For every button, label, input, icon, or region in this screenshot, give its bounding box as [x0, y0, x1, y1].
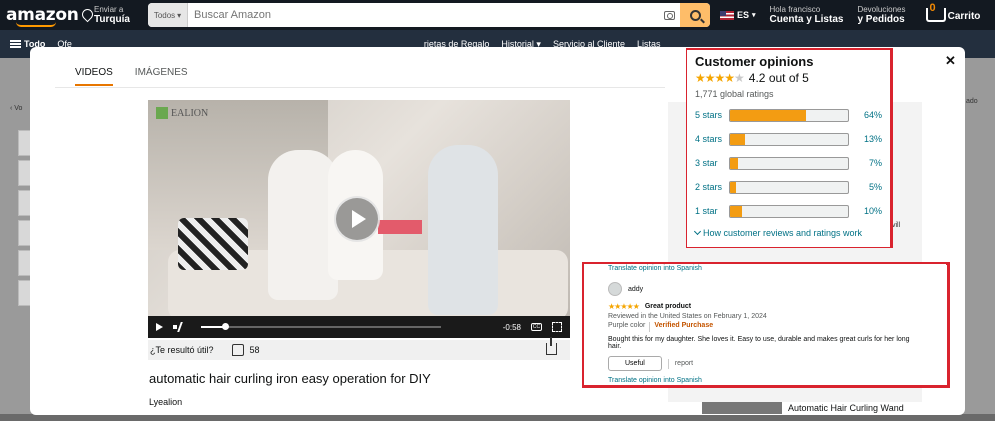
caret-down-icon: ▾	[177, 10, 182, 20]
translate-link-top[interactable]: Translate opinion into Spanish	[608, 265, 922, 272]
histogram-bar	[729, 156, 849, 170]
rating-stars-icon: ★★★★★	[695, 71, 745, 85]
returns-orders[interactable]: Devoluciones y Pedidos	[857, 5, 905, 25]
translate-link-bottom[interactable]: Translate opinion into Spanish	[608, 377, 922, 384]
captions-icon[interactable]: CC	[531, 323, 542, 331]
location-pin-icon	[82, 9, 91, 21]
modal-tabs: VIDEOS IMÁGENES	[75, 67, 188, 86]
histogram-percent: 13%	[863, 134, 882, 144]
review-meta: Reviewed in the United States on Februar…	[608, 313, 767, 320]
progress-handle[interactable]	[222, 323, 229, 330]
video-player[interactable]: EALION -0:58 CC	[148, 100, 570, 338]
search-input[interactable]	[188, 3, 658, 27]
histogram-label: 2 stars	[695, 182, 723, 192]
histogram-percent: 7%	[868, 158, 882, 168]
share-icon[interactable]	[546, 337, 557, 355]
histogram-row[interactable]: 3 star 7%	[695, 154, 882, 172]
cart-icon	[925, 8, 946, 22]
histogram-fill	[730, 205, 742, 217]
deliver-to[interactable]: Enviar a Turquía	[82, 5, 142, 25]
histogram-row[interactable]: 2 stars 5%	[695, 178, 882, 196]
histogram-label: 5 stars	[695, 110, 723, 120]
video-title: automatic hair curling iron easy operati…	[149, 371, 431, 386]
histogram-bar	[729, 204, 849, 218]
brand-logo-icon	[156, 107, 168, 119]
video-progress-bar[interactable]	[201, 323, 441, 330]
helpful-question: ¿Te resultó útil?	[150, 345, 214, 355]
review-body: Bought this for my daughter. She loves i…	[608, 336, 910, 350]
tab-images[interactable]: IMÁGENES	[135, 67, 188, 86]
helpful-count: 58	[249, 345, 260, 355]
histogram-label: 3 star	[695, 158, 718, 168]
histogram-percent: 10%	[863, 206, 882, 216]
video-controls: -0:58 CC	[148, 316, 570, 338]
histogram-label: 1 star	[695, 206, 718, 216]
reviewer-name[interactable]: addy	[628, 286, 643, 293]
account-lists[interactable]: Hola francisco Cuenta y Listas	[770, 5, 844, 25]
report-link[interactable]: report	[675, 360, 693, 367]
close-icon[interactable]: ✕	[945, 53, 956, 69]
related-video-thumbnail	[702, 402, 782, 414]
search-bar: Todos ▾	[148, 3, 710, 27]
histogram-fill	[730, 133, 746, 145]
histogram-fill	[730, 157, 739, 169]
play-icon[interactable]	[156, 323, 163, 331]
histogram-label: 4 stars	[695, 134, 723, 144]
search-icon	[689, 9, 701, 21]
video-brand[interactable]: Lyealion	[149, 397, 182, 407]
histogram-row[interactable]: 4 stars 13%	[695, 130, 882, 148]
histogram-percent: 5%	[868, 182, 882, 192]
play-overlay-button[interactable]	[334, 196, 380, 242]
rating-histogram: 5 stars 64% 4 stars 13% 3 star 7% 2 stars 5% 1 s…	[695, 106, 882, 220]
histogram-fill	[730, 109, 806, 121]
user-avatar-icon	[608, 282, 622, 296]
search-category-select[interactable]: Todos ▾	[148, 3, 188, 27]
review-card: Translate opinion into Spanish addy ★★★★…	[584, 264, 946, 385]
rating-score: 4.2 out of 5	[748, 71, 809, 85]
hamburger-icon	[10, 40, 21, 48]
us-flag-icon	[720, 10, 734, 20]
top-header: amazon Enviar a Turquía Todos▾ ES ▾ Hola…	[0, 0, 995, 30]
video-brand-watermark: EALION	[156, 107, 208, 119]
caret-down-icon: ▾	[752, 12, 756, 19]
thumbs-up-icon[interactable]	[231, 344, 244, 356]
video-time: -0:58	[502, 322, 521, 332]
verified-purchase-badge: Verified Purchase	[654, 322, 714, 329]
histogram-bar	[729, 180, 849, 194]
histogram-fill	[730, 181, 736, 193]
logo-smile-icon	[16, 22, 56, 27]
search-button[interactable]	[680, 3, 710, 27]
review-variant: Purple color	[608, 322, 646, 329]
language-selector[interactable]: ES ▾	[720, 10, 756, 20]
related-video-item[interactable]: Automatic Hair Curling Wand	[702, 401, 922, 415]
ratings-info-link[interactable]: How customer reviews and ratings work	[693, 227, 882, 238]
chevron-down-icon	[693, 227, 702, 236]
helpful-bar: ¿Te resultó útil? 58	[148, 340, 570, 360]
review-stars-icon: ★★★★★	[608, 302, 640, 311]
fullscreen-icon[interactable]	[552, 322, 562, 332]
useful-button[interactable]: Useful	[608, 356, 662, 371]
amazon-logo[interactable]: amazon	[6, 5, 79, 27]
global-ratings: 1,771 global ratings	[695, 89, 774, 99]
review-title[interactable]: Great product	[645, 303, 691, 310]
cart-button[interactable]: 0 Carrito	[917, 2, 980, 22]
histogram-row[interactable]: 5 stars 64%	[695, 106, 882, 124]
camera-search-icon[interactable]	[658, 3, 680, 27]
histogram-row[interactable]: 1 star 10%	[695, 202, 882, 220]
tab-videos[interactable]: VIDEOS	[75, 67, 113, 86]
histogram-bar	[729, 108, 849, 122]
histogram-bar	[729, 132, 849, 146]
related-video-title: Automatic Hair Curling Wand	[788, 403, 904, 413]
opinions-title: Customer opinions	[695, 54, 814, 69]
histogram-percent: 64%	[863, 110, 882, 120]
mute-icon[interactable]	[173, 322, 185, 332]
customer-opinions-panel: Customer opinions ★★★★★ 4.2 out of 5 1,7…	[687, 50, 890, 247]
